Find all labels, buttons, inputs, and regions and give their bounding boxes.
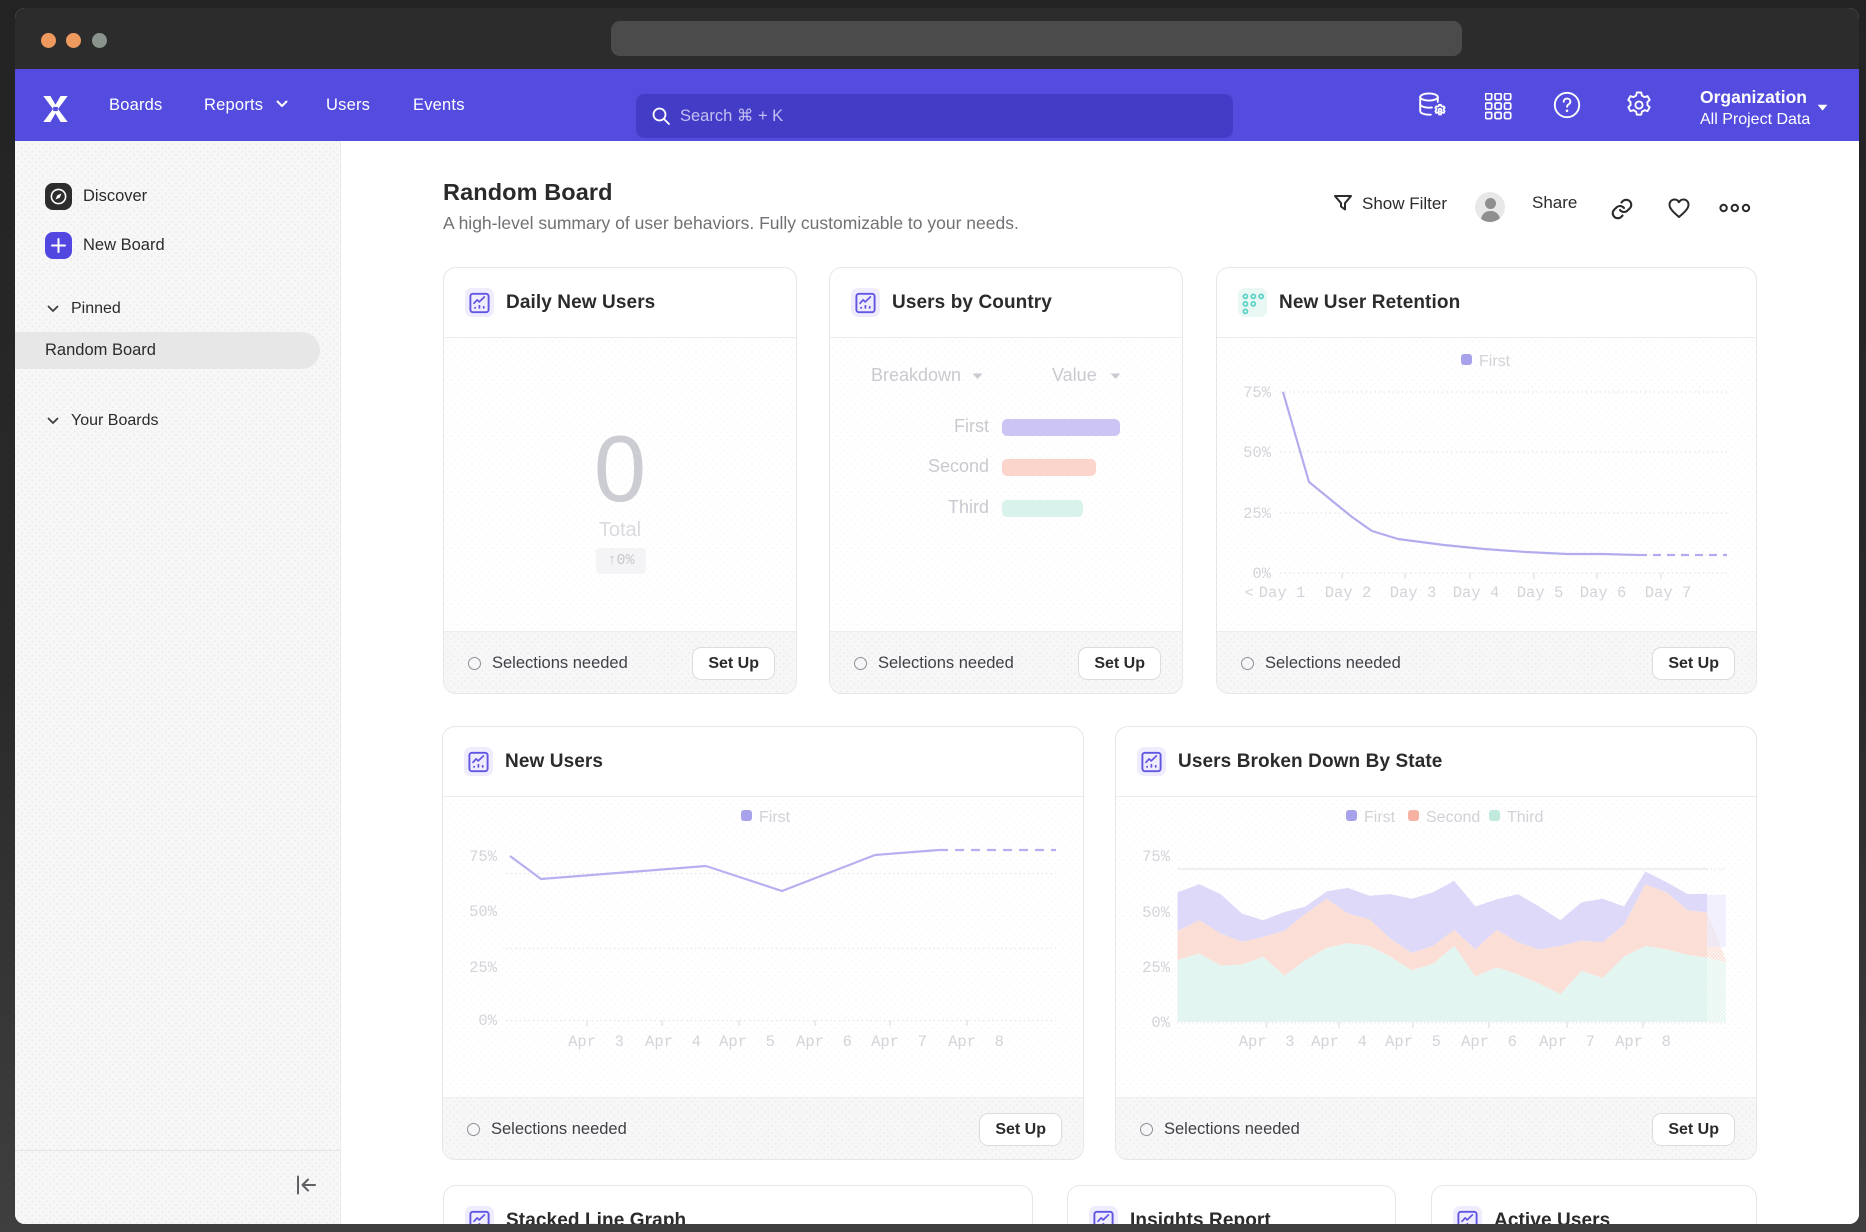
svg-text:Apr 4: Apr 4 [1311,1033,1367,1051]
svg-text:25%: 25% [1243,505,1272,523]
svg-text:Day 5: Day 5 [1517,584,1564,602]
svg-text:75%: 75% [1243,384,1272,402]
svg-text:First: First [759,809,791,826]
svg-text:75%: 75% [469,848,498,866]
svg-text:Apr 6: Apr 6 [796,1033,852,1051]
svg-text:Apr 5: Apr 5 [719,1033,775,1051]
svg-text:50%: 50% [469,903,498,921]
svg-text:Day 7: Day 7 [1645,584,1692,602]
svg-text:Day 1: Day 1 [1259,584,1306,602]
svg-text:Apr 6: Apr 6 [1461,1033,1517,1051]
svg-text:0%: 0% [1252,565,1271,583]
svg-text:Day 2: Day 2 [1325,584,1372,602]
svg-text:50%: 50% [1142,904,1171,922]
svg-text:75%: 75% [1142,848,1171,866]
svg-text:50%: 50% [1243,444,1272,462]
svg-text:First: First [1364,809,1396,826]
svg-text:Apr 3: Apr 3 [1239,1033,1295,1051]
svg-text:25%: 25% [469,959,498,977]
svg-text:0%: 0% [478,1012,497,1030]
svg-text:Apr 8: Apr 8 [948,1033,1004,1051]
svg-text:Apr 4: Apr 4 [645,1033,701,1051]
svg-text:Second: Second [1426,809,1480,826]
svg-text:Apr 8: Apr 8 [1615,1033,1671,1051]
svg-text:Apr 3: Apr 3 [568,1033,624,1051]
svg-text:Day 6: Day 6 [1580,584,1627,602]
svg-text:25%: 25% [1142,959,1171,977]
svg-text:0%: 0% [1151,1014,1170,1032]
svg-text:Apr 5: Apr 5 [1385,1033,1441,1051]
svg-text:Day 3: Day 3 [1390,584,1437,602]
svg-text:Apr 7: Apr 7 [1539,1033,1595,1051]
svg-text:Day 4: Day 4 [1453,584,1500,602]
svg-text:Third: Third [1507,809,1543,826]
svg-text:First: First [1479,353,1511,370]
svg-text:Apr 7: Apr 7 [871,1033,927,1051]
svg-text:<: < [1244,585,1253,602]
